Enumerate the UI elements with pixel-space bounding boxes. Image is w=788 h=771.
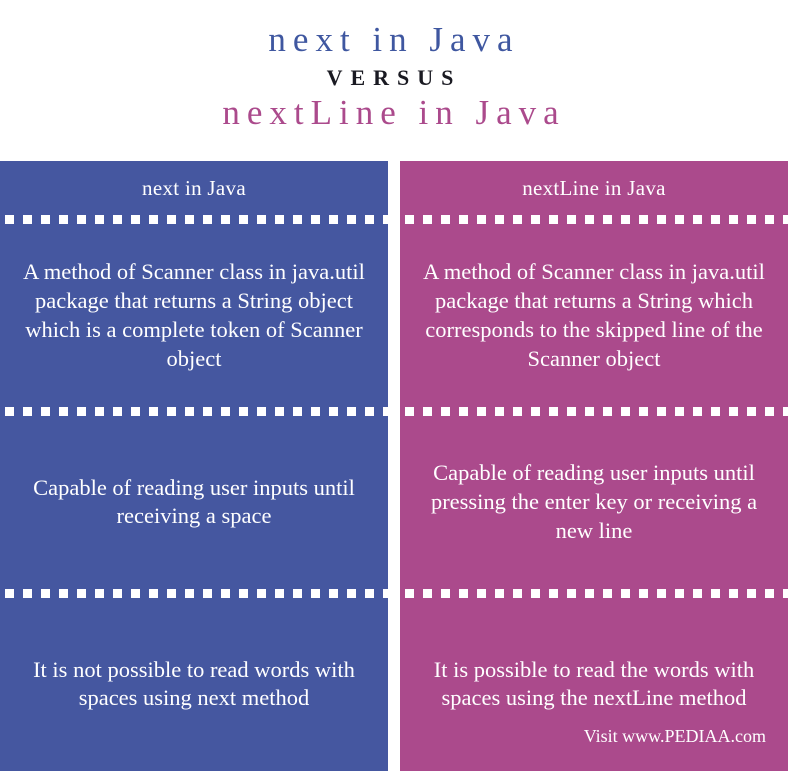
table-row: It is not possible to read words with sp… — [0, 598, 388, 771]
cell-text-right-1: A method of Scanner class in java.util p… — [423, 259, 765, 371]
attribution-text: Visit www.PEDIAA.com — [583, 726, 766, 746]
table-row: A method of Scanner class in java.util p… — [400, 224, 788, 407]
cell-text-left-2: Capable of reading user inputs until rec… — [33, 474, 355, 529]
title-block: next in Java VERSUS nextLine in Java — [0, 0, 788, 161]
table-row: A method of Scanner class in java.util p… — [0, 224, 388, 407]
dashed-separator — [400, 407, 788, 417]
table-row: Capable of reading user inputs until pre… — [400, 416, 788, 588]
dashed-separator — [400, 588, 788, 598]
comparison-table: next in Java A method of Scanner class i… — [0, 161, 788, 771]
page-title-primary: next in Java — [268, 20, 520, 59]
dashed-separator — [0, 588, 388, 598]
comparison-column-right: nextLine in Java A method of Scanner cla… — [400, 161, 788, 771]
versus-label: VERSUS — [326, 64, 462, 90]
column-heading-right: nextLine in Java — [522, 175, 666, 200]
page-title-secondary: nextLine in Java — [222, 92, 566, 132]
dashed-separator — [0, 215, 388, 225]
cell-text-right-3: It is possible to read the words with sp… — [433, 656, 755, 711]
cell-text-right-2: Capable of reading user inputs until pre… — [430, 460, 758, 543]
column-heading-left: next in Java — [142, 175, 246, 200]
column-divider — [388, 161, 400, 771]
cell-text-left-1: A method of Scanner class in java.util p… — [23, 259, 365, 371]
comparison-infographic: next in Java VERSUS nextLine in Java nex… — [0, 0, 788, 771]
dashed-separator — [0, 407, 388, 417]
comparison-column-left: next in Java A method of Scanner class i… — [0, 161, 388, 771]
cell-text-left-3: It is not possible to read words with sp… — [33, 656, 355, 711]
table-row: Capable of reading user inputs until rec… — [0, 416, 388, 588]
dashed-separator — [400, 215, 788, 225]
